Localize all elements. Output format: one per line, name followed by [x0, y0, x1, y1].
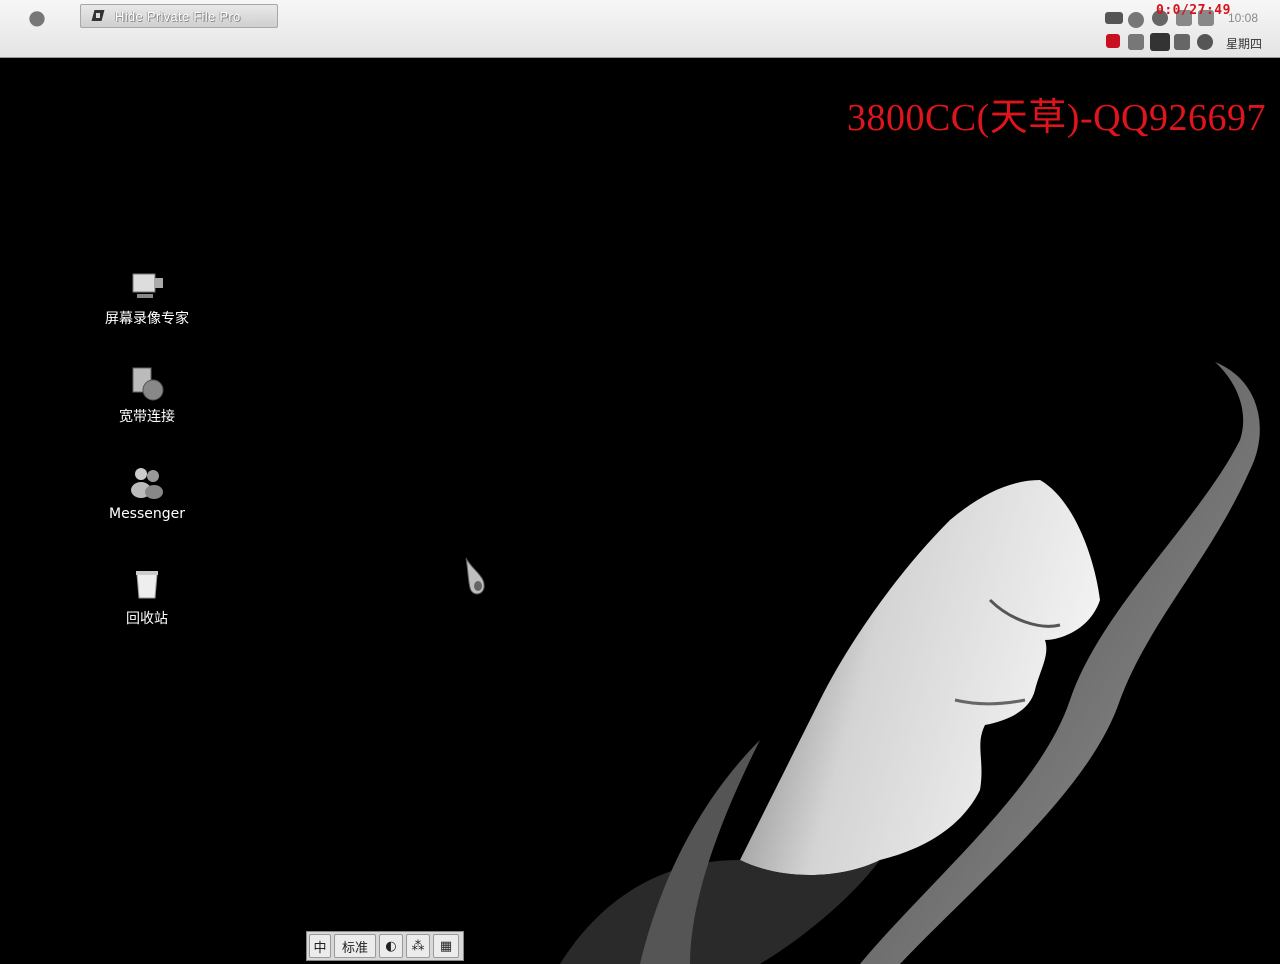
- top-menu-bar: ● Hide Private File Pro: [0, 0, 1280, 58]
- taskbar-button-active-app[interactable]: Hide Private File Pro: [80, 4, 278, 28]
- watermark-text: 3800CC(天草)-QQ926697: [846, 97, 1266, 139]
- half-width-icon[interactable]: ⁂: [406, 934, 430, 958]
- taskbar-button-label: Hide Private File Pro: [115, 8, 241, 24]
- tray-speaker-icon[interactable]: [1174, 34, 1190, 50]
- clock-time[interactable]: 10:08: [1228, 11, 1258, 25]
- ime-toolbar: 中 标准 ◐ ⁂ ▦: [306, 931, 464, 961]
- app-icon: [91, 9, 107, 23]
- ime-layout-button[interactable]: 标准: [334, 934, 376, 958]
- desktop-icon-label: 回收站: [126, 611, 168, 627]
- broadband-connection-icon: [127, 364, 167, 404]
- mouse-cursor-icon: [465, 557, 485, 595]
- desktop-icon-screen-recorder[interactable]: 屏幕录像专家: [92, 266, 202, 328]
- desktop-icon-label: 屏幕录像专家: [105, 311, 189, 327]
- tray-window-icon[interactable]: [1150, 33, 1170, 51]
- network-camera-icon[interactable]: [1105, 12, 1123, 24]
- screen-recorder-icon: [127, 266, 167, 306]
- clock-weekday[interactable]: 星期四: [1226, 35, 1262, 52]
- ime-mode-button[interactable]: 中: [309, 934, 331, 958]
- desktop-icon-messenger[interactable]: Messenger: [92, 464, 202, 522]
- desktop-icon-broadband[interactable]: 宽带连接: [92, 364, 202, 426]
- tray-shield-icon[interactable]: [1128, 34, 1144, 50]
- desktop-icon-label: Messenger: [108, 506, 186, 522]
- tray-volume-icon[interactable]: [1197, 34, 1213, 50]
- apple-icon[interactable]: ●: [26, 6, 48, 28]
- messenger-icon: [127, 464, 167, 504]
- desktop-icon-recycle-bin[interactable]: 回收站: [92, 566, 202, 628]
- antivirus-icon[interactable]: [1106, 34, 1120, 48]
- soft-keyboard-icon[interactable]: ▦: [433, 934, 459, 958]
- punctuation-icon[interactable]: ◐: [379, 934, 403, 958]
- recycle-bin-icon: [127, 566, 167, 606]
- desktop-icon-label: 宽带连接: [119, 409, 175, 425]
- tray-globe-icon[interactable]: [1128, 12, 1144, 28]
- recording-timer: 0:0/27:49: [1156, 3, 1231, 18]
